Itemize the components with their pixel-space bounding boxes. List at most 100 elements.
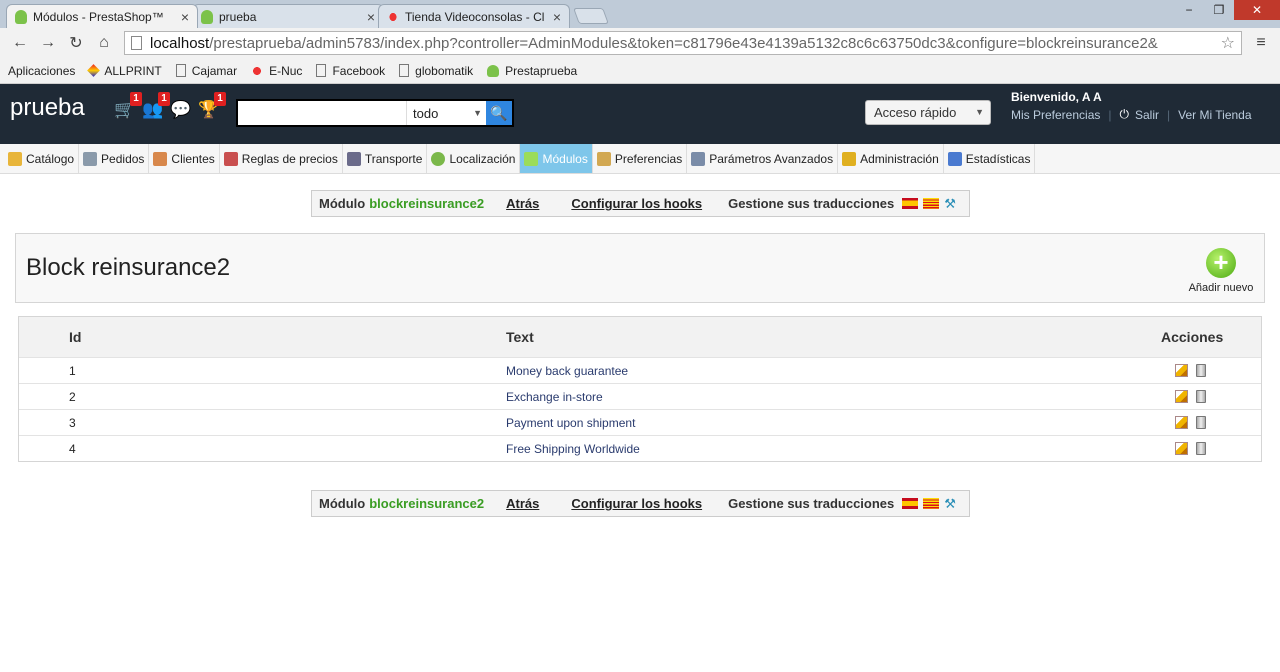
browser-toolbar: ← → ↻ ⌂ localhost/prestaprueba/admin5783… bbox=[0, 28, 1280, 58]
trash-icon[interactable] bbox=[1196, 364, 1206, 377]
trash-icon[interactable] bbox=[1196, 390, 1206, 403]
cart-icon[interactable]: 🛒 1 bbox=[114, 92, 142, 122]
preferences-icon bbox=[596, 151, 611, 166]
edit-icon[interactable] bbox=[1175, 416, 1188, 429]
shop-brand[interactable]: prueba bbox=[10, 94, 85, 122]
address-bar[interactable]: localhost/prestaprueba/admin5783/index.p… bbox=[124, 31, 1242, 55]
edit-icon[interactable] bbox=[1175, 390, 1188, 403]
wrench-icon[interactable]: ⚒ bbox=[944, 196, 956, 212]
edit-icon[interactable] bbox=[1175, 364, 1188, 377]
menu-item-transporte[interactable]: Transporte bbox=[343, 144, 428, 173]
view-store-link[interactable]: Ver Mi Tienda bbox=[1178, 108, 1251, 122]
admin-header: prueba 🛒1 👥1 💬1 🏆1 todo▼ 🔍 Acceso rápido… bbox=[0, 84, 1280, 144]
bookmark-globomatik[interactable]: globomatik bbox=[399, 64, 473, 78]
logout-link[interactable]: Salir bbox=[1135, 108, 1159, 122]
key-icon bbox=[842, 151, 857, 166]
document-icon bbox=[316, 64, 327, 77]
bookmark-prestaprueba[interactable]: Prestaprueba bbox=[487, 64, 577, 78]
puzzle-icon bbox=[524, 151, 539, 166]
tab-modulos[interactable]: Módulos - PrestaShop™ × bbox=[6, 4, 198, 28]
trash-icon[interactable] bbox=[1196, 442, 1206, 455]
tab-tienda[interactable]: Tienda Videoconsolas - Cl × bbox=[378, 4, 570, 28]
new-tab-button[interactable] bbox=[573, 8, 609, 24]
menu-item-localizacion[interactable]: Localización bbox=[427, 144, 521, 173]
trash-icon[interactable] bbox=[1196, 416, 1206, 429]
table-header: Id Text Acciones bbox=[19, 317, 1261, 357]
price-rules-icon bbox=[223, 151, 238, 166]
search-button[interactable]: 🔍 bbox=[486, 101, 512, 125]
welcome-text: Bienvenido, A A bbox=[1011, 90, 1102, 104]
tab-close-icon[interactable]: × bbox=[553, 9, 561, 25]
messages-icon[interactable]: 💬1 bbox=[170, 100, 192, 122]
spain-flag-icon[interactable] bbox=[902, 198, 919, 209]
menu-item-pedidos[interactable]: Pedidos bbox=[79, 144, 150, 173]
tab-label: Módulos - PrestaShop™ bbox=[33, 9, 164, 24]
my-preferences-link[interactable]: Mis Preferencias bbox=[1011, 108, 1100, 122]
catalonia-flag-icon[interactable] bbox=[923, 198, 940, 209]
bookmark-allprint[interactable]: ALLPRINT bbox=[87, 64, 162, 78]
catalonia-flag-icon[interactable] bbox=[923, 498, 940, 509]
configure-hooks-link[interactable]: Configurar los hooks bbox=[571, 196, 702, 211]
tab-label: prueba bbox=[219, 9, 257, 24]
menu-item-clientes[interactable]: Clientes bbox=[149, 144, 220, 173]
tab-close-icon[interactable]: × bbox=[367, 9, 375, 25]
bookmark-enuc[interactable]: E-Nuc bbox=[251, 64, 302, 78]
back-link[interactable]: Atrás bbox=[506, 196, 539, 211]
forward-icon[interactable]: → bbox=[34, 34, 62, 52]
back-link[interactable]: Atrás bbox=[506, 496, 539, 511]
divider: | bbox=[1167, 107, 1171, 122]
module-prefix: Módulo bbox=[319, 496, 366, 511]
user-links: Mis Preferencias | ⏻ Salir | Ver Mi Tien… bbox=[1011, 107, 1252, 122]
menu-item-parametros-avanzados[interactable]: Parámetros Avanzados bbox=[687, 144, 839, 173]
cell-actions bbox=[1091, 390, 1261, 403]
orders-badge: 1 bbox=[130, 92, 142, 106]
wrench-icon[interactable]: ⚒ bbox=[944, 496, 956, 512]
search-scope-select[interactable]: todo ▼ bbox=[406, 101, 486, 125]
minimize-icon[interactable]: − bbox=[1174, 0, 1204, 20]
menu-item-reglas-precios[interactable]: Reglas de precios bbox=[220, 144, 343, 173]
menu-item-catalogo[interactable]: Catálogo bbox=[4, 144, 80, 173]
bookmark-facebook[interactable]: Facebook bbox=[316, 64, 385, 78]
cell-text: Payment upon shipment bbox=[506, 415, 636, 430]
menu-item-modulos[interactable]: Módulos bbox=[520, 144, 593, 173]
menu-item-estadisticas[interactable]: Estadísticas bbox=[944, 144, 1036, 173]
quick-access-select[interactable]: Acceso rápido ▼ bbox=[865, 100, 991, 125]
url-path: /prestaprueba/admin5783/index.php?contro… bbox=[209, 34, 1158, 52]
window-close-icon[interactable]: ✕ bbox=[1234, 0, 1280, 20]
folder-icon bbox=[8, 151, 22, 166]
cell-actions bbox=[1091, 442, 1261, 455]
plus-icon: + bbox=[1206, 248, 1236, 278]
table-row: 2 Exchange in-store bbox=[19, 383, 1261, 409]
menu-item-administracion[interactable]: Administración bbox=[838, 144, 944, 173]
search-input[interactable] bbox=[238, 101, 406, 125]
edit-icon[interactable] bbox=[1175, 442, 1188, 455]
module-toolbar-top: Módulo blockreinsurance2 Atrás Configura… bbox=[311, 190, 970, 217]
back-icon[interactable]: ← bbox=[6, 34, 34, 52]
bookmark-cajamar[interactable]: Cajamar bbox=[175, 64, 237, 78]
prestashop-favicon-icon bbox=[201, 9, 213, 24]
reload-icon[interactable]: ↻ bbox=[62, 33, 90, 53]
cell-id: 4 bbox=[69, 441, 76, 456]
chevron-down-icon: ▼ bbox=[975, 107, 984, 117]
search-icon: 🔍 bbox=[490, 105, 508, 121]
cell-actions bbox=[1091, 416, 1261, 429]
trophy-icon[interactable]: 🏆 1 bbox=[198, 92, 226, 122]
tab-prueba[interactable]: prueba × bbox=[192, 4, 384, 28]
bookmark-star-icon[interactable]: ☆ bbox=[1217, 33, 1235, 53]
module-title-panel: Block reinsurance2 + Añadir nuevo bbox=[15, 233, 1265, 303]
divider: | bbox=[1108, 107, 1112, 122]
translations-label: Gestione sus traducciones bbox=[728, 196, 895, 211]
add-new-button[interactable]: + Añadir nuevo bbox=[1186, 248, 1256, 295]
customers-icon[interactable]: 👥 1 bbox=[142, 92, 170, 122]
browser-menu-icon[interactable]: ≡ bbox=[1248, 34, 1274, 52]
add-new-label: Añadir nuevo bbox=[1188, 282, 1254, 294]
cell-id: 2 bbox=[69, 389, 76, 404]
trophy-badge: 1 bbox=[214, 92, 226, 106]
home-icon[interactable]: ⌂ bbox=[90, 34, 118, 52]
bookmark-aplicaciones[interactable]: Aplicaciones bbox=[8, 64, 75, 328]
configure-hooks-link[interactable]: Configurar los hooks bbox=[571, 496, 702, 511]
spain-flag-icon[interactable] bbox=[902, 498, 919, 509]
restore-icon[interactable]: ❐ bbox=[1204, 0, 1234, 20]
tab-close-icon[interactable]: × bbox=[181, 9, 189, 25]
menu-item-preferencias[interactable]: Preferencias bbox=[593, 144, 688, 173]
